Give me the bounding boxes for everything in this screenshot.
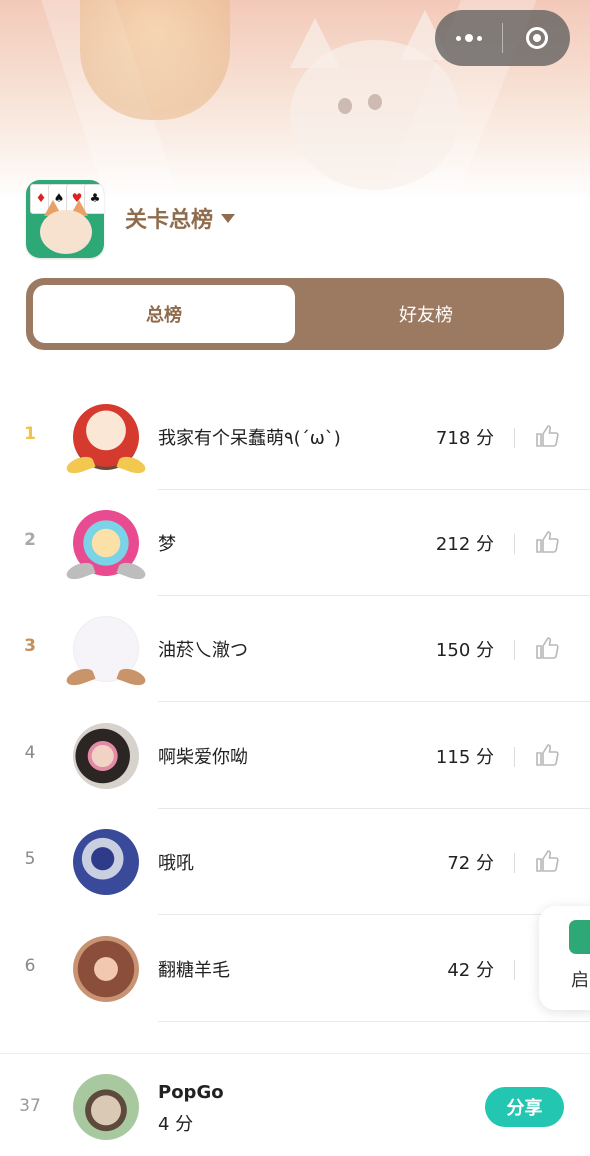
player-name: 翻糖羊毛 xyxy=(158,960,230,981)
tab-friends[interactable]: 好友榜 xyxy=(295,285,557,343)
my-rank-bar: 37 PopGo 4 分 分享 xyxy=(0,1053,590,1156)
player-score: 150 分 xyxy=(435,640,494,661)
player-name: 梦 xyxy=(158,534,176,555)
row-divider xyxy=(158,914,590,915)
leaderboard-row: 6 翻糖羊毛 42 分 xyxy=(0,916,590,1022)
my-score: 4 分 xyxy=(158,1114,194,1135)
gold-laurel-icon xyxy=(66,442,146,472)
rank-number: 2 xyxy=(24,530,36,550)
avatar xyxy=(73,829,139,895)
floating-launch-card[interactable]: 启 xyxy=(539,906,590,1010)
player-name: 啊柴爱你呦 xyxy=(158,747,248,768)
target-icon xyxy=(525,27,548,49)
separator xyxy=(514,747,515,767)
separator xyxy=(514,428,515,448)
silver-laurel-icon xyxy=(66,548,146,578)
player-score: 42 分 xyxy=(447,960,494,981)
more-menu-button[interactable] xyxy=(435,10,502,66)
share-button[interactable]: 分享 xyxy=(485,1087,564,1127)
separator xyxy=(514,640,515,660)
rank-number: 5 xyxy=(24,849,36,869)
player-name: 我家有个呆蠢萌٩(ˊωˋ) xyxy=(158,428,341,449)
my-name: PopGo xyxy=(158,1082,224,1103)
player-score: 718 分 xyxy=(435,428,494,449)
floating-card-label: 启 xyxy=(571,970,589,991)
rank-number: 1 xyxy=(24,424,36,444)
thumbs-up-icon[interactable] xyxy=(535,424,559,448)
player-score: 115 分 xyxy=(435,747,494,768)
mini-program-capsule xyxy=(435,10,570,66)
rank-number: 6 xyxy=(24,956,36,976)
avatar xyxy=(73,936,139,1002)
leaderboard-row: 4 啊柴爱你呦 115 分 xyxy=(0,703,590,809)
row-divider xyxy=(158,701,590,702)
separator xyxy=(514,960,515,980)
board-title: 关卡总榜 xyxy=(125,208,214,233)
thumbs-up-icon[interactable] xyxy=(535,530,559,554)
close-mini-program-button[interactable] xyxy=(503,10,570,66)
leaderboard-row: 2 梦 212 分 xyxy=(0,490,590,596)
player-score: 72 分 xyxy=(447,853,494,874)
leaderboard-tabs: 总榜 好友榜 xyxy=(26,278,564,350)
board-selector[interactable]: 关卡总榜 xyxy=(125,200,236,236)
rank-number: 4 xyxy=(24,743,36,763)
player-name: 油菸乀澈つ xyxy=(158,640,248,661)
app-mini-icon xyxy=(569,920,590,954)
player-name: 哦吼 xyxy=(158,853,194,874)
tab-overall[interactable]: 总榜 xyxy=(33,285,295,343)
app-icon: ♦ ♠ ♥ ♣ xyxy=(26,180,104,258)
leaderboard-row: 5 哦吼 72 分 xyxy=(0,809,590,915)
thumbs-up-icon[interactable] xyxy=(535,743,559,767)
thumbs-up-icon[interactable] xyxy=(535,849,559,873)
player-score: 212 分 xyxy=(435,534,494,555)
rank-number: 3 xyxy=(24,636,36,656)
trophy-illustration xyxy=(80,0,230,120)
leaderboard-row: 1 我家有个呆蠢萌٩(ˊωˋ) 718 分 xyxy=(0,384,590,490)
separator xyxy=(514,853,515,873)
my-avatar xyxy=(73,1074,139,1140)
separator xyxy=(514,534,515,554)
caret-down-icon xyxy=(221,213,236,223)
leaderboard-row: 3 油菸乀澈つ 150 分 xyxy=(0,596,590,702)
bronze-laurel-icon xyxy=(66,654,146,684)
my-rank-number: 37 xyxy=(19,1096,41,1116)
thumbs-up-icon[interactable] xyxy=(535,636,559,660)
avatar xyxy=(73,723,139,789)
row-divider xyxy=(158,1021,590,1022)
